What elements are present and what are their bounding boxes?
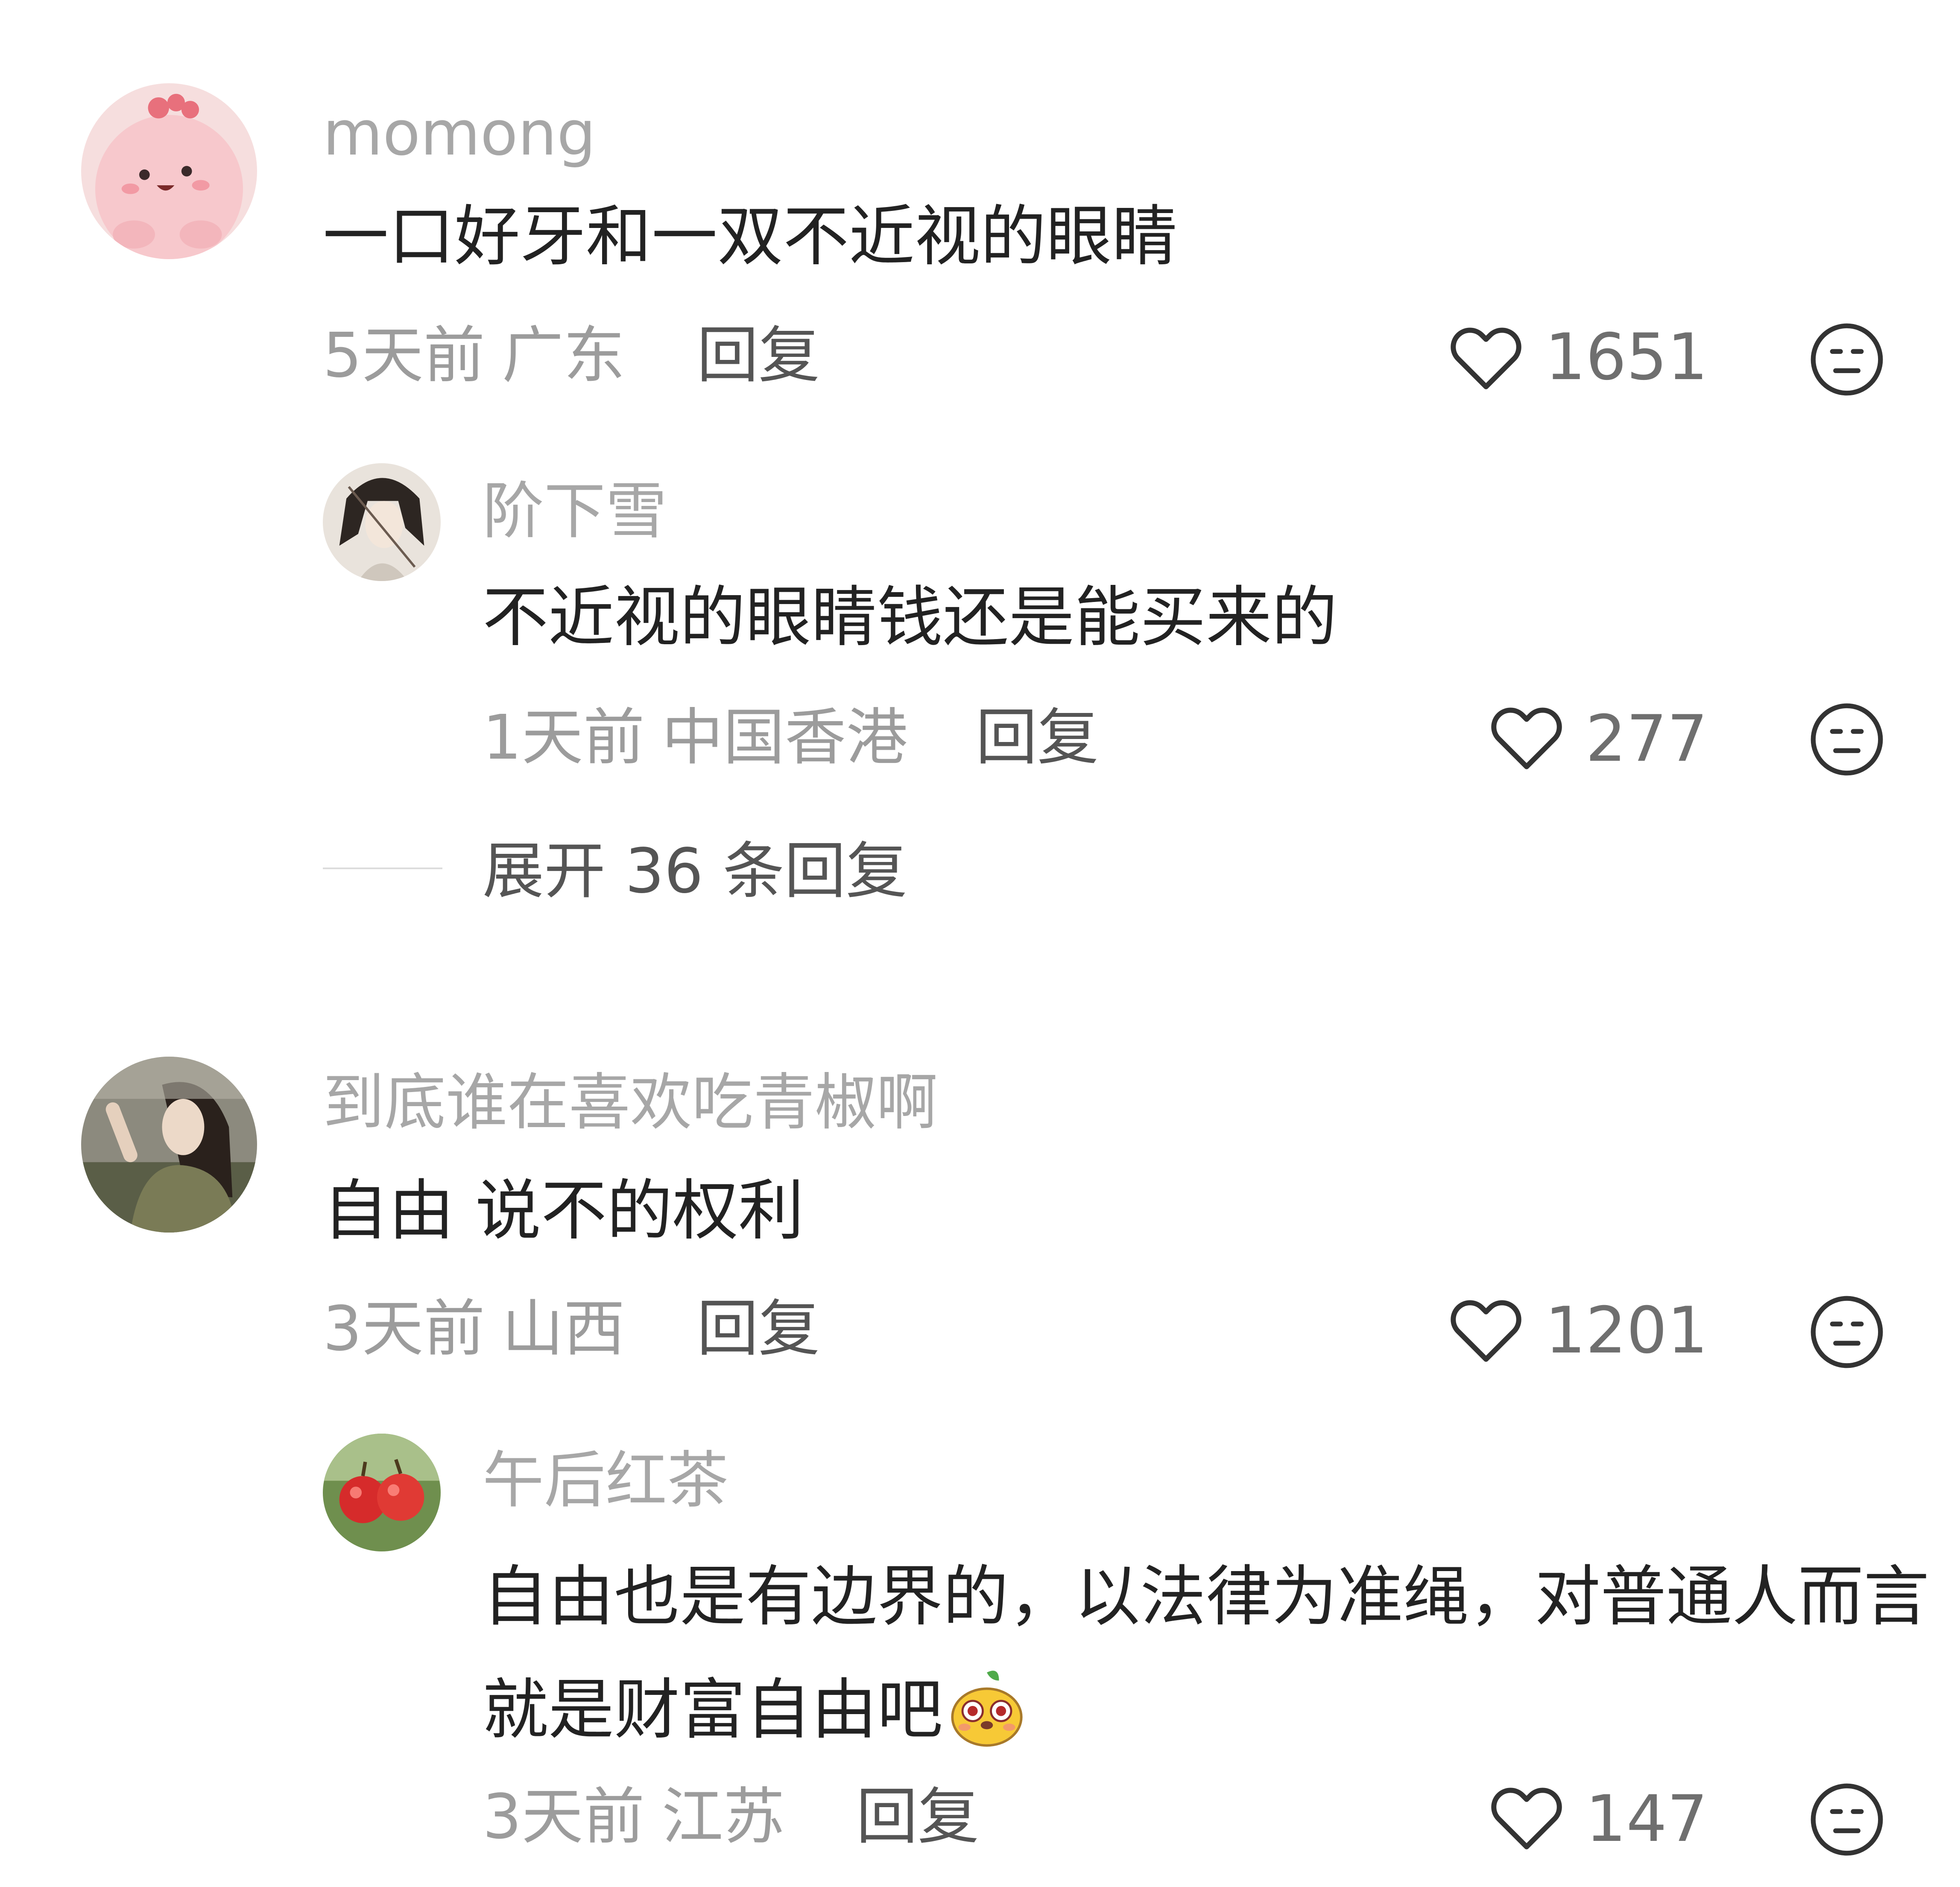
- reply-meta: 3天前 江苏: [483, 1786, 785, 1847]
- heart-outline-icon: [1451, 327, 1521, 389]
- meh-face-icon[interactable]: [1808, 1781, 1885, 1858]
- reply-time: 3天前: [483, 1781, 645, 1852]
- reply-button[interactable]: 回复: [697, 324, 820, 386]
- reply-username[interactable]: 午后红茶: [483, 1449, 728, 1511]
- comment-time: 3天前: [323, 1293, 485, 1364]
- reply-text: 不近视的眼睛钱还是能买来的: [483, 579, 1338, 656]
- reply-button[interactable]: 回复: [856, 1786, 979, 1847]
- reply-text: 自由也是有边界的，以法律为准绳，对普通人而言就是财富自由吧: [483, 1540, 1934, 1767]
- avatar-momong[interactable]: [81, 83, 257, 259]
- like-button[interactable]: 147: [1488, 1781, 1710, 1858]
- like-count: 1651: [1545, 320, 1708, 394]
- comment-text: 自由 说不的权利: [323, 1173, 804, 1249]
- meh-face-icon[interactable]: [1808, 701, 1885, 778]
- like-button[interactable]: 1201: [1448, 1294, 1708, 1370]
- avatar-wuhouhongcha[interactable]: [323, 1434, 441, 1551]
- like-button[interactable]: 1651: [1448, 321, 1708, 398]
- reply-text-body: 自由也是有边界的，以法律为准绳，对普通人而言就是财富自由吧: [483, 1559, 1930, 1748]
- heart-outline-icon: [1491, 1788, 1562, 1849]
- avatar-jiexiaxue[interactable]: [323, 463, 441, 581]
- meh-face-icon[interactable]: [1808, 1294, 1885, 1370]
- comment-text: 一口好牙和一双不近视的眼睛: [323, 199, 1178, 275]
- meh-face-icon[interactable]: [1808, 321, 1885, 398]
- comment-meta: 3天前 山西: [323, 1298, 625, 1359]
- comment-location: 山西: [502, 1293, 625, 1364]
- reply-location: 中国香港: [661, 701, 908, 773]
- like-count: 277: [1586, 702, 1708, 776]
- reply-meta: 1天前 中国香港: [483, 707, 908, 768]
- reply-button[interactable]: 回复: [976, 707, 1099, 768]
- yellow-creature-emoji: [946, 1668, 1027, 1750]
- heart-outline-icon: [1491, 707, 1562, 769]
- comment-time: 5天前: [323, 319, 485, 391]
- comment-username[interactable]: momong: [323, 102, 596, 164]
- reply-button[interactable]: 回复: [697, 1298, 820, 1359]
- like-count: 147: [1586, 1782, 1708, 1856]
- like-count: 1201: [1545, 1294, 1708, 1368]
- expand-divider: [323, 868, 442, 869]
- reply-username[interactable]: 阶下雪: [483, 480, 667, 542]
- expand-replies-button[interactable]: 展开 36 条回复: [483, 840, 907, 902]
- heart-outline-icon: [1451, 1300, 1521, 1362]
- avatar-qingjiao[interactable]: [81, 1057, 257, 1233]
- reply-time: 1天前: [483, 701, 645, 773]
- comment-meta: 5天前 广东: [323, 324, 625, 386]
- like-button[interactable]: 277: [1488, 701, 1710, 778]
- comment-username[interactable]: 到底谁在喜欢吃青椒啊: [323, 1072, 938, 1133]
- comment-location: 广东: [502, 319, 625, 391]
- reply-location: 江苏: [661, 1781, 785, 1852]
